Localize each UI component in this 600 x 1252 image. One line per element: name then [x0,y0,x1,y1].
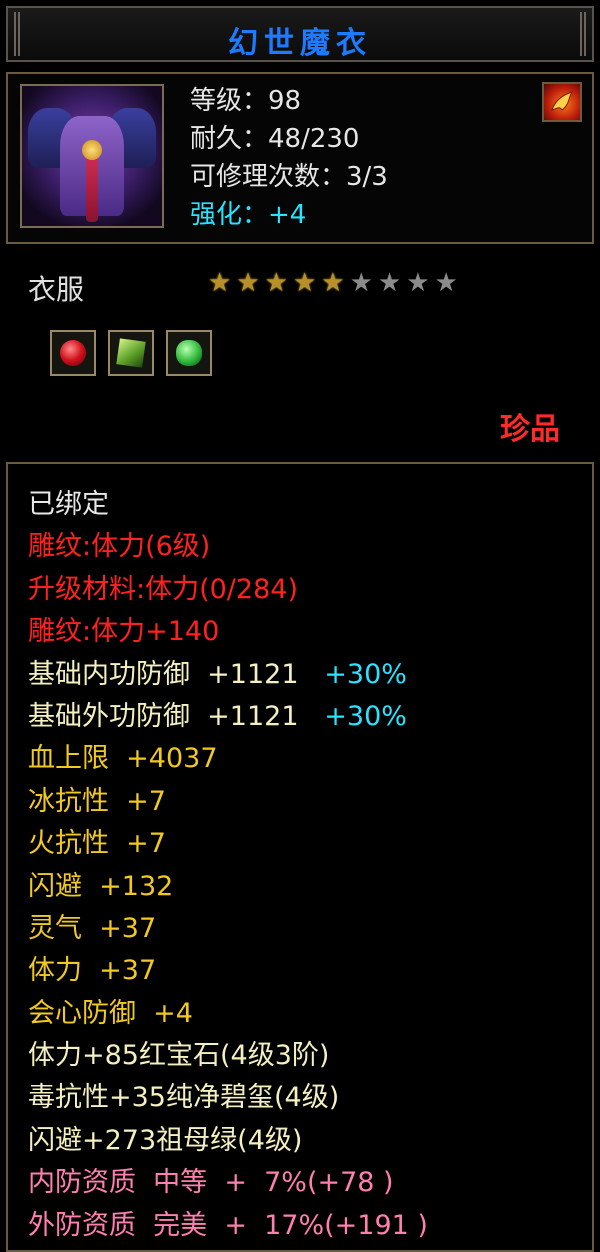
outer-defense-quality: 外防资质 完美 + 17%(+191 ) [28,1209,428,1241]
star-icon: ★ [292,268,317,298]
socket-gems [50,330,212,376]
gem-bonus-ruby: 体力+85红宝石(4级3阶) [28,1040,330,1072]
attribute-list: 已绑定 雕纹:体力(6级) 升级材料:体力(0/284) 雕纹:体力+140 基… [28,484,428,1247]
upgrade-material: 升级材料:体力(0/284) [28,573,298,605]
star-icon: ★ [264,268,288,298]
spirit: 灵气 +37 [28,912,157,944]
gem-bonus-emerald: 闪避+273祖母绿(4级) [28,1124,303,1156]
item-level: 等级：98 [190,86,302,116]
jade-seal-icon[interactable] [108,330,154,376]
carve-level: 雕纹:体力(6级) [28,531,211,563]
title-bar: 幻世魔衣 [6,6,594,62]
item-name: 幻世魔衣 [228,26,372,61]
emerald-gem-icon[interactable] [166,330,212,376]
fire-dragon-icon[interactable] [542,82,582,122]
ruby-gem-icon[interactable] [50,330,96,376]
attribute-panel: 已绑定 雕纹:体力(6级) 升级材料:体力(0/284) 雕纹:体力+140 基… [6,462,594,1252]
star-rating: ★ ★ ★ ★ ★ ★ ★ ★ ★ [208,268,458,298]
bound-status: 已绑定 [28,489,109,520]
inner-defense-value: 基础内功防御 +1121 [28,658,299,690]
gem-bonus-jade: 毒抗性+35纯净碧玺(4级) [28,1082,340,1114]
item-category: 衣服 [28,273,85,306]
purple-armor-icon[interactable] [20,84,164,228]
inner-defense: 基础内功防御 +1121 +30% [28,654,428,696]
item-durability: 耐久：48/230 [190,124,360,154]
star-icon: ★ [208,268,232,298]
item-enhance-level: 强化：+4 [190,200,307,230]
dodge: 闪避 +132 [28,870,174,902]
item-repair-count: 可修理次数：3/3 [190,162,388,192]
fire-resistance: 火抗性 +7 [28,828,166,860]
outer-defense: 基础外功防御 +1121 +30% [28,696,428,738]
star-icon: ★ [236,268,260,298]
star-icon: ★ [321,268,345,298]
item-header-panel: 等级：98 耐久：48/230 可修理次数：3/3 强化：+4 [6,72,594,244]
hp-max: 血上限 +4037 [28,743,218,775]
ice-resistance: 冰抗性 +7 [28,785,166,817]
carve-bonus: 雕纹:体力+140 [28,616,220,648]
star-empty-icon: ★ [406,268,430,298]
star-empty-icon: ★ [349,268,373,298]
star-empty-icon: ★ [377,268,402,298]
outer-defense-value: 基础外功防御 +1121 [28,700,299,732]
star-empty-icon: ★ [434,268,458,298]
inner-defense-pct: +30% [324,658,407,690]
outer-defense-pct: +30% [324,700,407,732]
inner-defense-quality: 内防资质 中等 + 7%(+78 ) [28,1167,394,1199]
stamina: 体力 +37 [28,955,157,987]
rarity-label: 珍品 [500,412,560,447]
crit-defense: 会心防御 +4 [28,997,193,1029]
